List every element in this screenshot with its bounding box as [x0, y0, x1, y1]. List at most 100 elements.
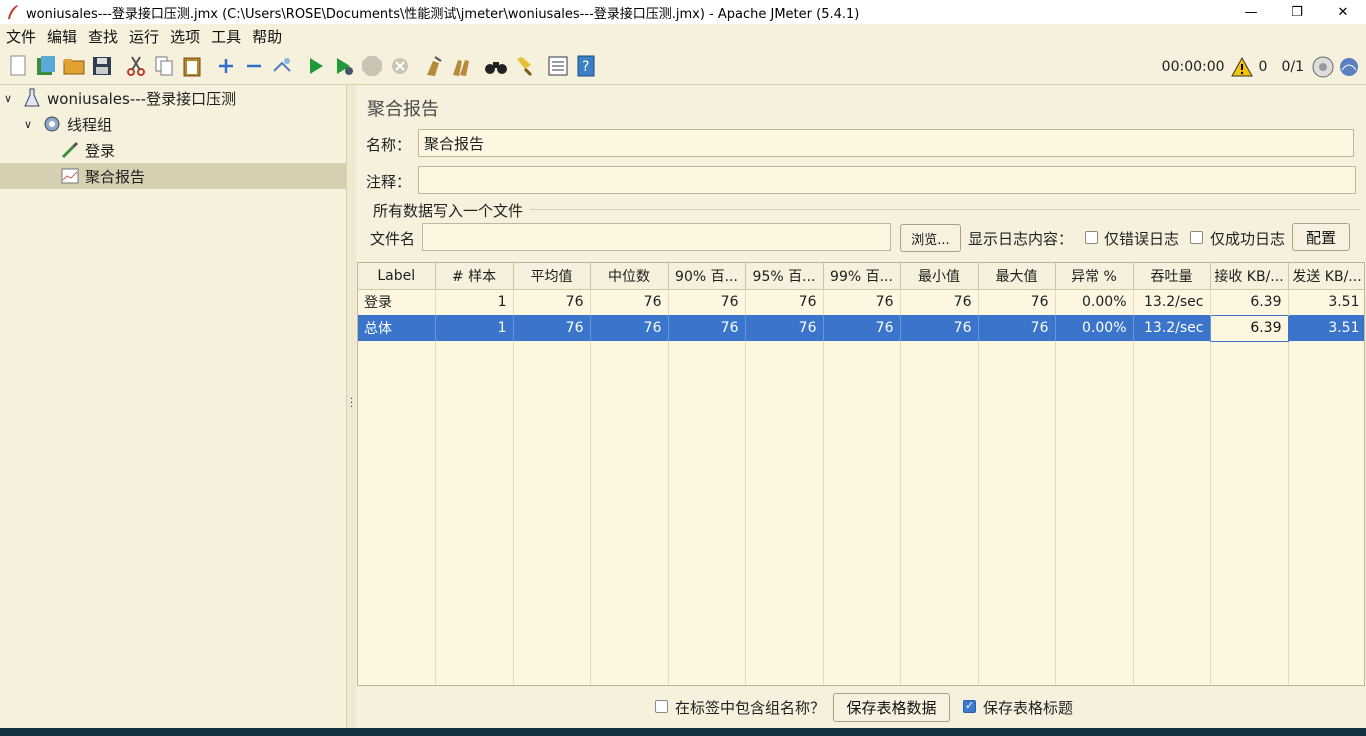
copy-icon[interactable] [152, 54, 176, 78]
tree-node-sampler[interactable]: 登录 [0, 137, 346, 163]
table-cell[interactable]: 76 [823, 289, 901, 315]
table-cell[interactable]: 6.39 [1210, 289, 1289, 315]
include-group-name-label: 在标签中包含组名称？ [675, 699, 826, 717]
save-icon[interactable] [90, 54, 114, 78]
column-header[interactable]: 接收 KB/... [1210, 263, 1289, 290]
comment-field[interactable] [418, 166, 1356, 194]
reset-search-icon[interactable] [512, 54, 536, 78]
paste-icon[interactable] [180, 54, 204, 78]
table-cell[interactable]: 0.00% [1055, 315, 1134, 341]
table-cell[interactable]: 13.2/sec [1133, 315, 1211, 341]
menu-edit[interactable]: 编辑 [43, 26, 84, 47]
table-row[interactable]: 登录 1 76 76 76 76 76 76 76 0.00% 13.2/sec… [358, 289, 1364, 315]
column-header[interactable]: 99% 百... [823, 263, 901, 290]
name-field[interactable]: 聚合报告 [418, 129, 1354, 157]
file-name-field[interactable] [422, 223, 891, 251]
cut-icon[interactable] [124, 54, 148, 78]
menu-search[interactable]: 查找 [84, 26, 125, 47]
tree-node-thread-group[interactable]: ∨ 线程组 [0, 111, 346, 137]
table-cell[interactable]: 1 [435, 289, 514, 315]
log-content-label: 显示日志内容： [968, 230, 1074, 248]
column-header[interactable]: 平均值 [513, 263, 591, 290]
configure-button[interactable]: 配置 [1292, 223, 1350, 251]
save-table-header-checkbox[interactable] [963, 699, 976, 713]
help-icon[interactable]: ? [574, 54, 598, 78]
browse-button[interactable]: 浏览... [900, 224, 961, 252]
table-cell[interactable]: 76 [823, 315, 901, 341]
chevron-down-icon[interactable]: ∨ [24, 118, 36, 131]
table-cell[interactable]: 76 [745, 289, 824, 315]
table-cell-focused[interactable]: 6.39 [1209, 314, 1289, 342]
tree-node-test-plan[interactable]: ∨ woniusales---登录接口压测 [0, 85, 346, 111]
column-header[interactable]: # 样本 [435, 263, 514, 290]
table-cell[interactable]: 13.2/sec [1133, 289, 1211, 315]
table-cell[interactable]: 登录 [358, 289, 436, 315]
panel-splitter[interactable]: · · · [346, 85, 356, 728]
clear-icon[interactable] [422, 54, 446, 78]
save-table-data-button[interactable]: 保存表格数据 [833, 693, 950, 722]
table-header-row: Label # 样本 平均值 中位数 90% 百... 95% 百... 99%… [358, 263, 1364, 290]
new-icon[interactable] [6, 54, 30, 78]
table-cell[interactable]: 76 [513, 315, 591, 341]
table-cell[interactable]: 76 [900, 315, 979, 341]
start-no-pause-icon[interactable] [332, 54, 356, 78]
table-cell[interactable]: 1 [435, 315, 514, 341]
include-group-name-checkbox[interactable] [655, 700, 668, 713]
menu-help[interactable]: 帮助 [248, 26, 289, 47]
table-cell[interactable]: 76 [668, 289, 746, 315]
templates-icon[interactable] [34, 54, 58, 78]
table-cell[interactable]: 76 [900, 289, 979, 315]
clear-all-icon[interactable] [450, 54, 474, 78]
start-icon[interactable] [304, 54, 328, 78]
menu-run[interactable]: 运行 [125, 26, 166, 47]
tree-label-thread-group: 线程组 [67, 115, 113, 134]
column-header[interactable]: Label [358, 263, 436, 290]
close-button[interactable]: ✕ [1320, 0, 1366, 24]
pipette-icon [60, 140, 80, 160]
expand-icon[interactable] [214, 54, 238, 78]
table-cell[interactable]: 3.51 [1288, 289, 1364, 315]
remote-icon[interactable] [1338, 56, 1360, 78]
table-row-selected[interactable]: 总体 1 76 76 76 76 76 76 76 0.00% 13.2/sec… [358, 314, 1364, 342]
section-divider [530, 209, 1360, 210]
column-header[interactable]: 发送 KB/... [1288, 263, 1364, 290]
table-cell[interactable]: 0.00% [1055, 289, 1134, 315]
warning-icon[interactable] [1230, 56, 1253, 77]
table-cell[interactable]: 3.51 [1288, 315, 1364, 341]
column-header[interactable]: 最小值 [900, 263, 979, 290]
splitter-grip-icon[interactable]: · · · [350, 395, 353, 413]
table-cell[interactable]: 76 [513, 289, 591, 315]
column-header[interactable]: 95% 百... [745, 263, 824, 290]
table-cell[interactable]: 76 [590, 289, 669, 315]
tree-node-listener[interactable]: 聚合报告 [0, 163, 346, 189]
column-header[interactable]: 90% 百... [668, 263, 746, 290]
tree-label-test-plan: woniusales---登录接口压测 [47, 89, 237, 108]
binoculars-icon[interactable] [484, 54, 508, 78]
success-only-checkbox[interactable] [1190, 231, 1203, 244]
table-cell[interactable]: 76 [978, 315, 1056, 341]
table-cell[interactable]: 总体 [358, 315, 436, 341]
chevron-down-icon[interactable]: ∨ [4, 92, 16, 105]
comment-label: 注释： [366, 173, 412, 191]
open-icon[interactable] [62, 54, 86, 78]
shutdown-icon[interactable] [388, 54, 412, 78]
restore-button[interactable]: ❐ [1274, 0, 1320, 24]
column-header[interactable]: 异常 % [1055, 263, 1134, 290]
menu-bar: 文件 编辑 查找 运行 选项 工具 帮助 [0, 24, 1366, 48]
menu-tools[interactable]: 工具 [207, 26, 248, 47]
minimize-button[interactable]: — [1228, 0, 1274, 24]
errors-only-checkbox[interactable] [1085, 231, 1098, 244]
column-header[interactable]: 最大值 [978, 263, 1056, 290]
table-cell[interactable]: 76 [978, 289, 1056, 315]
table-cell[interactable]: 76 [745, 315, 824, 341]
table-cell[interactable]: 76 [590, 315, 669, 341]
column-header[interactable]: 中位数 [590, 263, 669, 290]
toggle-icon[interactable] [270, 54, 294, 78]
stop-icon[interactable] [360, 54, 384, 78]
collapse-icon[interactable] [242, 54, 266, 78]
menu-options[interactable]: 选项 [166, 26, 207, 47]
menu-file[interactable]: 文件 [2, 26, 43, 47]
function-helper-icon[interactable] [546, 54, 570, 78]
table-cell[interactable]: 76 [668, 315, 746, 341]
column-header[interactable]: 吞吐量 [1133, 263, 1211, 290]
